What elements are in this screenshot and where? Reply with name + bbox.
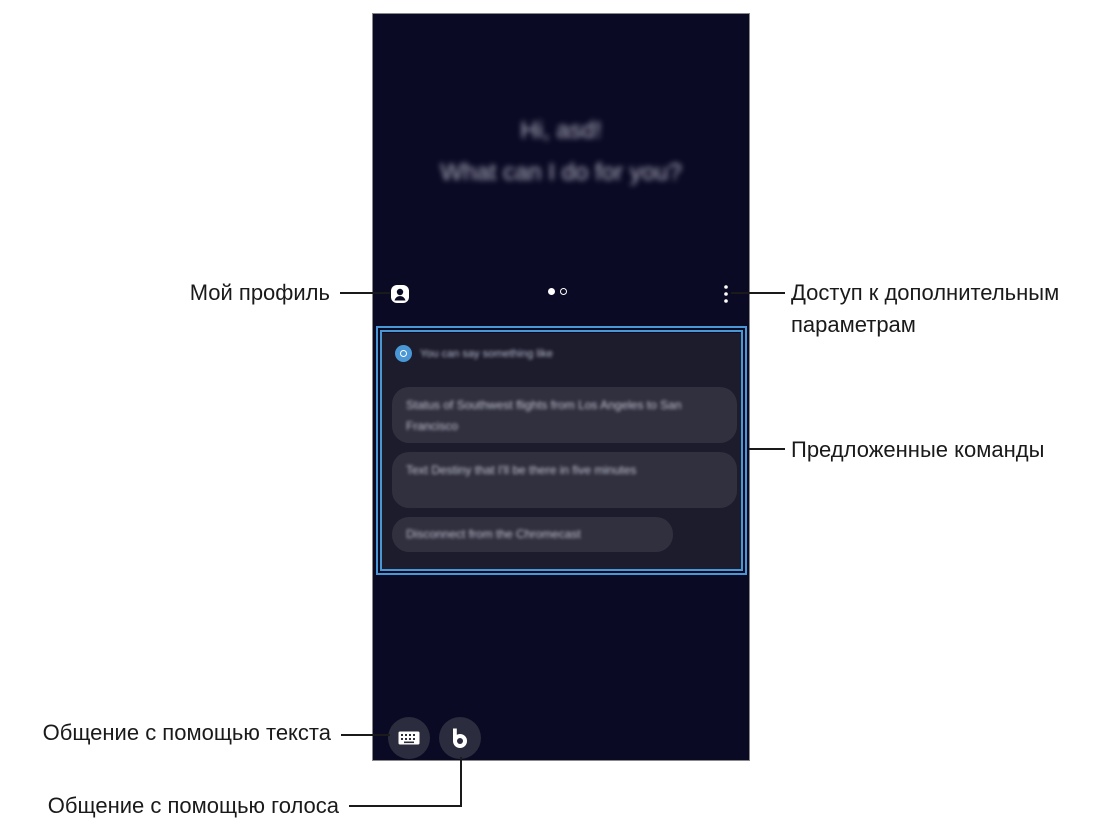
greeting-subtitle: What can I do for you? <box>440 159 682 186</box>
keyboard-icon <box>398 731 420 745</box>
bixby-icon <box>453 728 467 748</box>
annotation-more-options: Доступ к дополнительным <box>791 280 1060 305</box>
greeting-title: Hi, asd! <box>520 117 602 144</box>
voice-input-button[interactable] <box>439 717 481 759</box>
page-dot-active[interactable] <box>548 288 555 295</box>
suggested-command-chip[interactable]: Status of Southwest flights from Los Ang… <box>392 387 737 443</box>
annotation-more-options-line2: параметрам <box>791 312 916 337</box>
annotation-suggested-commands: Предложенные команды <box>791 437 1045 462</box>
suggested-command-text: Status of Southwest flights from Los Ang… <box>406 398 682 433</box>
annotation-voice-chat: Общение с помощью голоса <box>47 793 339 818</box>
more-options-button[interactable] <box>718 283 734 305</box>
page-dot-inactive[interactable] <box>560 288 567 295</box>
suggested-command-text: Disconnect from the Chromecast <box>406 527 581 541</box>
suggestions-header-text: You can say something like <box>420 347 553 360</box>
text-input-button[interactable] <box>388 717 430 759</box>
annotation-my-profile: Мой профиль <box>189 280 330 305</box>
suggested-command-chip[interactable]: Disconnect from the Chromecast <box>392 517 673 552</box>
profile-icon <box>391 285 409 303</box>
suggested-command-chip[interactable]: Text Destiny that I'll be there in five … <box>392 452 737 508</box>
annotation-text-chat: Общение с помощью текста <box>42 720 331 745</box>
page-indicator[interactable] <box>548 288 567 295</box>
bixby-home-screen: Hi, asd! What can I do for you? You can … <box>372 13 750 761</box>
bixby-icon <box>395 345 412 362</box>
suggestions-header: You can say something like <box>395 345 553 362</box>
suggested-command-text: Text Destiny that I'll be there in five … <box>406 463 637 477</box>
suggested-commands-panel: You can say something like Status of Sou… <box>381 333 743 571</box>
more-options-icon <box>724 285 728 303</box>
profile-button[interactable] <box>390 284 410 304</box>
